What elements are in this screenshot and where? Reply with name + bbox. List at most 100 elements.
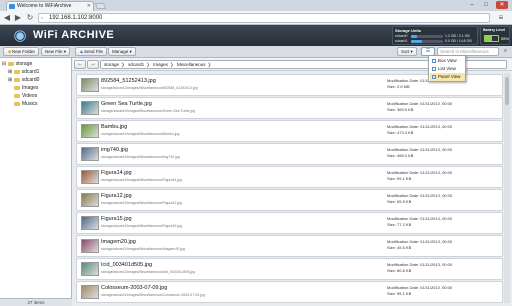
tree-item-musics[interactable]: Musics <box>14 101 38 108</box>
send-file-button[interactable]: ▲Send File <box>75 47 108 56</box>
search-icon[interactable]: ⌕ <box>501 47 510 56</box>
image-thumbnail[interactable] <box>81 147 99 161</box>
file-size: Size: 2.6 MB <box>387 84 410 89</box>
file-size: Size: 59.1 KB <box>387 176 412 181</box>
manage-button[interactable]: Manage ▾ <box>108 47 136 56</box>
folder-icon <box>14 93 20 98</box>
new-file-button[interactable]: New File ▾ <box>41 47 71 56</box>
file-path: storage/sdcard1/Images/Miscellaneous/Ici… <box>101 270 196 274</box>
breadcrumb-item[interactable]: storage <box>104 61 119 68</box>
nav-forward-icon[interactable]: → <box>87 60 99 69</box>
file-name[interactable]: Green Sea Turtle.jpg <box>101 101 152 107</box>
file-name[interactable]: img740.jpg <box>101 147 128 153</box>
folder-icon <box>13 69 20 74</box>
image-thumbnail[interactable] <box>81 170 99 184</box>
tree-item-storage[interactable]: ⊟ storage <box>2 61 32 68</box>
maximize-icon[interactable]: □ <box>480 1 492 9</box>
file-row[interactable]: Imagem20.jpg storage/sdcard1/Images/Misce… <box>76 235 503 257</box>
close-window-icon[interactable]: ✕ <box>496 1 508 9</box>
breadcrumb-item[interactable]: Images <box>153 61 168 68</box>
file-row[interactable]: Figura15.jpg storage/sdcard1/Images/Misce… <box>76 212 503 234</box>
folder-icon <box>7 61 14 66</box>
chevron-down-icon: ▾ <box>63 49 67 54</box>
file-name[interactable]: Figura12.jpg <box>101 193 132 199</box>
file-name[interactable]: Figura15.jpg <box>101 216 132 222</box>
file-size: Size: 60.6 KB <box>387 268 412 273</box>
expand-icon[interactable]: ⊞ <box>8 69 12 75</box>
new-tab-button[interactable] <box>94 3 107 9</box>
image-thumbnail[interactable] <box>81 124 99 138</box>
scroll-thumb[interactable] <box>505 77 509 105</box>
tab-close-icon[interactable]: ✕ <box>87 2 91 11</box>
file-row[interactable]: Colosseum-2003-07-09.jpg storage/sdcard1/… <box>76 281 503 303</box>
address-bar-row: ◀ ▶ ↻ ▫ 192.168.1.102:8000 ≡ <box>0 11 512 25</box>
scrollbar[interactable] <box>504 73 510 303</box>
file-path: storage/sdcard1/Images/Miscellaneous/Fig… <box>101 178 183 182</box>
panel-view-icon <box>432 75 436 79</box>
tree-item-sdcard1[interactable]: ⊞ sdcard1 <box>8 69 39 76</box>
image-thumbnail[interactable] <box>81 262 99 276</box>
file-row[interactable]: Figura12.jpg storage/sdcard1/Images/Misce… <box>76 189 503 211</box>
menu-item-box-view[interactable]: Box View <box>430 57 465 65</box>
tree-item-images[interactable]: Images <box>14 85 38 92</box>
item-count: 27 items <box>0 298 72 306</box>
image-thumbnail[interactable] <box>81 285 99 299</box>
expand-icon[interactable]: ⊞ <box>8 77 12 83</box>
file-path: storage/sdcard1/Images/Miscellaneous/img… <box>101 155 180 159</box>
breadcrumb-item[interactable]: Miscellaneous <box>177 61 206 68</box>
storage-bar <box>411 35 443 38</box>
sort-button[interactable]: Sort ▾ <box>397 47 417 56</box>
file-name[interactable]: Imagem20.jpg <box>101 239 136 245</box>
file-row[interactable]: Icid_003401d505.jpg storage/sdcard1/Image… <box>76 258 503 280</box>
search-placeholder: Search in Miscellaneous <box>440 49 489 54</box>
file-row[interactable]: Figura14.jpg storage/sdcard1/Images/Misce… <box>76 166 503 188</box>
file-path: storage/sdcard1/Images/Miscellaneous/Ima… <box>101 247 185 251</box>
image-thumbnail[interactable] <box>81 101 99 115</box>
browser-tab[interactable]: Welcome to WiFiArchive ✕ <box>6 1 94 11</box>
menu-item-panel-view[interactable]: Panel View <box>430 73 465 81</box>
image-thumbnail[interactable] <box>81 193 99 207</box>
file-row[interactable]: Green Sea Turtle.jpg storage/sdcard1/Imag… <box>76 97 503 119</box>
breadcrumb-item[interactable]: sdcard1 <box>128 61 144 68</box>
storage-title: Storage Units <box>395 28 422 33</box>
file-name[interactable]: Bambu.jpg <box>101 124 127 130</box>
nav-back-icon[interactable]: ← <box>74 60 86 69</box>
file-modified: Modification Date: 01/11/2013, 00:00 <box>387 101 453 106</box>
wifi-logo-icon: ◉ <box>13 27 27 44</box>
file-size: Size: 45.5 KB <box>387 245 412 250</box>
tab-title: Welcome to WiFiArchive <box>17 3 72 9</box>
browser-menu-icon[interactable]: ≡ <box>495 13 507 23</box>
file-row[interactable]: Bambu.jpg storage/sdcard1/Images/Miscella… <box>76 120 503 142</box>
file-modified: Modification Date: 01/11/2013, 00:00 <box>387 239 453 244</box>
file-modified: Modification Date: 01/11/2013, 00:00 <box>387 124 453 129</box>
file-name[interactable]: Icid_003401d505.jpg <box>101 262 152 268</box>
folder-icon <box>14 101 20 106</box>
image-thumbnail[interactable] <box>81 78 99 92</box>
file-size: Size: 65.5 KB <box>387 199 412 204</box>
tree-item-videos[interactable]: Videos <box>14 93 37 100</box>
storage-unit-usage: 5.0 GB / 14.8 GB <box>445 39 472 43</box>
page-icon: ▫ <box>41 16 44 22</box>
new-folder-button[interactable]: ■New Folder <box>3 47 40 56</box>
storage-unit-name: sdcard0 <box>395 34 408 38</box>
minimize-icon[interactable]: – <box>466 1 478 9</box>
forward-icon[interactable]: ▶ <box>13 13 23 23</box>
file-name[interactable]: Colosseum-2003-07-09.jpg <box>101 285 167 291</box>
chevron-down-icon: ▾ <box>410 49 413 54</box>
battery-icon <box>484 35 499 42</box>
file-modified: Modification Date: 01/11/2013, 00:00 <box>387 216 453 221</box>
reload-icon[interactable]: ↻ <box>25 13 35 23</box>
image-thumbnail[interactable] <box>81 216 99 230</box>
file-size: Size: 369.0 KB <box>387 107 414 112</box>
file-row[interactable]: img740.jpg storage/sdcard1/Images/Miscell… <box>76 143 503 165</box>
back-icon[interactable]: ◀ <box>2 13 12 23</box>
url-input[interactable]: ▫ 192.168.1.102:8000 <box>38 13 490 23</box>
file-name[interactable]: Figura14.jpg <box>101 170 132 176</box>
collapse-icon[interactable]: ⊟ <box>2 61 6 67</box>
file-path: storage/sdcard1/Images/Miscellaneous/Col… <box>101 293 205 297</box>
image-thumbnail[interactable] <box>81 239 99 253</box>
file-name[interactable]: 892584_51252413.jpg <box>101 78 156 84</box>
list-view-icon <box>432 67 436 71</box>
tree-item-sdcard0[interactable]: ⊞ sdcard0 <box>8 77 39 84</box>
menu-item-list-view[interactable]: List View <box>430 65 465 73</box>
